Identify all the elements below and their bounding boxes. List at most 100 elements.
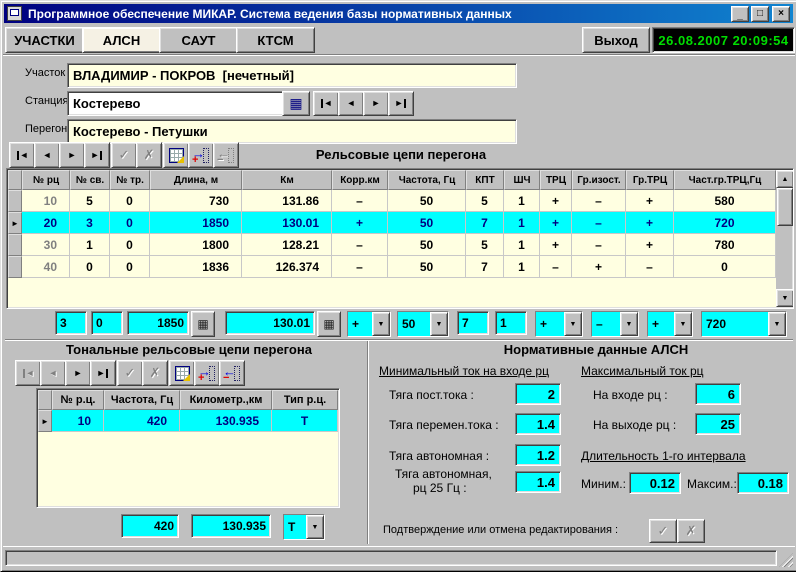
grid-cell: 0: [674, 256, 776, 278]
length-calc-button[interactable]: ▦: [191, 311, 215, 337]
tonal-edit-button[interactable]: [169, 360, 195, 386]
minimize-button[interactable]: _: [731, 6, 749, 22]
dropdown-button[interactable]: ▼: [564, 312, 582, 336]
table-row-selected[interactable]: ► 10 420 130.935 Т: [38, 410, 338, 432]
table-row[interactable]: 40 0 0 1836 126.374 – 50 7 1 – + – 0: [8, 256, 776, 278]
dropdown-button[interactable]: ▼: [620, 312, 638, 336]
grid-next-button[interactable]: ►: [59, 142, 85, 168]
station-list-button[interactable]: ▦: [282, 91, 310, 116]
editor-km-input[interactable]: 130.01: [225, 311, 315, 335]
peregon-field[interactable]: Костерево - Петушки: [67, 119, 517, 144]
scroll-thumb[interactable]: [777, 188, 793, 226]
chevron-down-icon: ▼: [378, 321, 385, 328]
norm-max-output-field[interactable]: 25: [695, 413, 741, 435]
interval-max-label: Максим.:: [687, 477, 737, 491]
close-button[interactable]: ×: [772, 6, 790, 22]
stantsiya-field[interactable]: Костерево: [67, 91, 287, 116]
table-row-selected[interactable]: ► 20 3 0 1850 130.01 + 50 7 1 + – + 720: [8, 212, 776, 234]
dropdown-button[interactable]: ▼: [768, 312, 786, 336]
tonal-confirm-button[interactable]: ✓: [117, 360, 143, 386]
editor-shch-input[interactable]: 1: [495, 311, 527, 335]
tonal-type-dropdown[interactable]: Т▼: [283, 514, 325, 540]
interval-min-field[interactable]: 0.12: [629, 472, 681, 494]
editor-tr-input[interactable]: 0: [91, 311, 123, 335]
tonal-next-button[interactable]: ►: [65, 360, 91, 386]
col-header[interactable]: ТРЦ: [540, 170, 572, 190]
col-header[interactable]: Гр.ТРЦ: [626, 170, 674, 190]
title-bar[interactable]: Программное обеспечение МИКАР. Система в…: [4, 4, 793, 23]
col-header[interactable]: Длина, м: [150, 170, 242, 190]
grid-insert-button[interactable]: →+: [188, 142, 214, 168]
grid-first-button[interactable]: ◄: [9, 142, 35, 168]
table-row[interactable]: 30 1 0 1800 128.21 – 50 5 1 + – + 780: [8, 234, 776, 256]
norm-autonomous-25hz-field[interactable]: 1.4: [515, 471, 561, 493]
editor-korr-dropdown[interactable]: +▼: [347, 311, 391, 337]
exit-button[interactable]: Выход: [582, 27, 650, 53]
editor-length-input[interactable]: 1850: [127, 311, 189, 335]
grid-confirm-button[interactable]: ✓: [111, 142, 137, 168]
col-header[interactable]: Корр.км: [332, 170, 388, 190]
norm-dc-traction-field[interactable]: 2: [515, 383, 561, 405]
tonal-delete-button[interactable]: ←−: [219, 360, 245, 386]
editor-sv-input[interactable]: 3: [55, 311, 87, 335]
grid-prev-button[interactable]: ◄: [34, 142, 60, 168]
dropdown-button[interactable]: ▼: [306, 515, 324, 539]
col-header[interactable]: Частота, Гц: [104, 390, 180, 410]
km-calc-button[interactable]: ▦: [317, 311, 341, 337]
col-header[interactable]: Тип р.ц.: [272, 390, 338, 410]
tonal-prev-button[interactable]: ◄: [40, 360, 66, 386]
editor-trc-dropdown[interactable]: +▼: [535, 311, 583, 337]
col-header[interactable]: № тр.: [110, 170, 150, 190]
tonal-frequency-input[interactable]: 420: [121, 514, 179, 538]
col-header[interactable]: Част.гр.ТРЦ,Гц: [674, 170, 776, 190]
station-last-button[interactable]: ►: [388, 91, 414, 116]
scroll-down-button[interactable]: ▼: [776, 289, 794, 307]
grid-last-button[interactable]: ►: [84, 142, 110, 168]
grid-edit-button[interactable]: [163, 142, 189, 168]
dropdown-button[interactable]: ▼: [372, 312, 390, 336]
grid-cell: 1800: [150, 234, 242, 256]
norms-cancel-button[interactable]: ✗: [677, 519, 705, 543]
uchastok-field[interactable]: ВЛАДИМИР - ПОКРОВ [нечетный]: [67, 63, 517, 88]
col-header[interactable]: № св.: [70, 170, 110, 190]
col-header[interactable]: Километр.,км: [180, 390, 272, 410]
col-header[interactable]: Гр.изост.: [572, 170, 626, 190]
table-row[interactable]: 10 5 0 730 131.86 – 50 5 1 + – + 580: [8, 190, 776, 212]
norm-ac-traction-field[interactable]: 1.4: [515, 413, 561, 435]
tab-alsn[interactable]: АЛСН: [82, 27, 161, 53]
editor-chastgr-dropdown[interactable]: 720▼: [701, 311, 787, 337]
resize-grip[interactable]: [779, 553, 793, 567]
tab-uchastki[interactable]: УЧАСТКИ: [5, 27, 84, 53]
scroll-up-button[interactable]: ▲: [776, 170, 794, 188]
norm-max-input-field[interactable]: 6: [695, 383, 741, 405]
maximize-button[interactable]: □: [751, 6, 769, 22]
editor-grizost-dropdown[interactable]: –▼: [591, 311, 639, 337]
tab-saut[interactable]: САУТ: [159, 27, 238, 53]
col-header[interactable]: № рц: [22, 170, 70, 190]
editor-kpt-input[interactable]: 7: [457, 311, 489, 335]
norms-confirm-button[interactable]: ✓: [649, 519, 677, 543]
station-prev-button[interactable]: ◄: [338, 91, 364, 116]
norm-autonomous-field[interactable]: 1.2: [515, 444, 561, 466]
vertical-scrollbar[interactable]: ▲ ▼: [776, 170, 792, 307]
tonal-km-input[interactable]: 130.935: [191, 514, 271, 538]
grid-cancel-button[interactable]: ✗: [136, 142, 162, 168]
col-header[interactable]: № р.ц.: [52, 390, 104, 410]
interval-max-field[interactable]: 0.18: [737, 472, 789, 494]
editor-frequency-dropdown[interactable]: 50▼: [397, 311, 449, 337]
col-header[interactable]: Км: [242, 170, 332, 190]
station-next-button[interactable]: ►: [363, 91, 389, 116]
tonal-cancel-button[interactable]: ✗: [142, 360, 168, 386]
tab-ktsm[interactable]: КТСМ: [236, 27, 315, 53]
editor-grtrc-dropdown[interactable]: +▼: [647, 311, 693, 337]
col-header[interactable]: Частота, Гц: [388, 170, 466, 190]
dropdown-button[interactable]: ▼: [430, 312, 448, 336]
station-first-button[interactable]: ◄: [313, 91, 339, 116]
col-header[interactable]: ШЧ: [504, 170, 540, 190]
dropdown-button[interactable]: ▼: [674, 312, 692, 336]
tonal-last-button[interactable]: ►: [90, 360, 116, 386]
grid-delete-button[interactable]: ←−: [213, 142, 239, 168]
col-header[interactable]: КПТ: [466, 170, 504, 190]
tonal-insert-button[interactable]: →+: [194, 360, 220, 386]
tonal-first-button[interactable]: ◄: [15, 360, 41, 386]
